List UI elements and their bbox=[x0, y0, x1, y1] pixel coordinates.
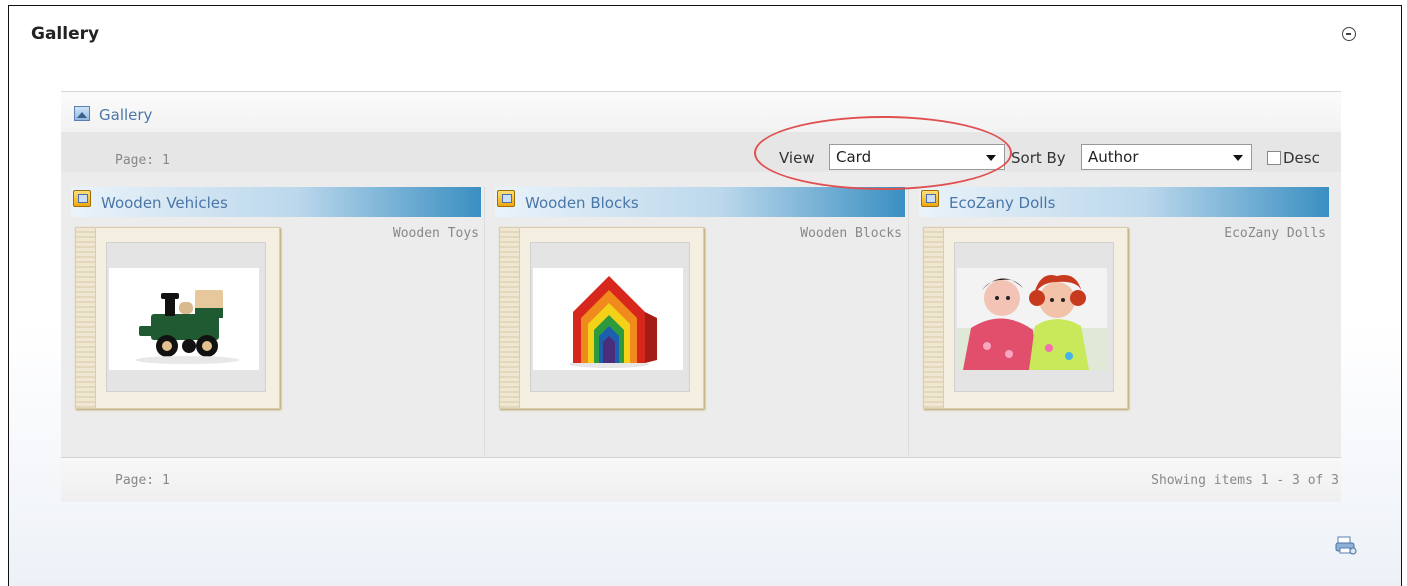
showing-items-text: Showing items 1 - 3 of 3 bbox=[1151, 473, 1339, 488]
frame-binding bbox=[924, 228, 944, 408]
album-header: Wooden Blocks bbox=[495, 187, 905, 217]
gallery-header: Gallery bbox=[61, 92, 1341, 132]
photo-album-icon bbox=[921, 190, 939, 207]
view-select[interactable]: Card bbox=[829, 144, 1005, 170]
chevron-down-icon bbox=[1233, 155, 1243, 161]
frame-binding bbox=[76, 228, 96, 408]
print-icon[interactable] bbox=[1334, 535, 1358, 555]
page-indicator-top: Page: 1 bbox=[115, 153, 170, 168]
gallery-footer: Page: 1 Showing items 1 - 3 of 3 bbox=[61, 457, 1341, 502]
photo-album-icon bbox=[73, 190, 91, 207]
album-category: EcoZany Dolls bbox=[1224, 226, 1326, 241]
rainbow-blocks-image[interactable] bbox=[533, 268, 683, 370]
picture-icon bbox=[74, 106, 90, 121]
album-title-link[interactable]: Wooden Vehicles bbox=[101, 194, 228, 212]
photo-album-icon bbox=[497, 190, 515, 207]
album-header: EcoZany Dolls bbox=[919, 187, 1329, 217]
album-cover-frame[interactable] bbox=[75, 227, 280, 409]
view-select-value: Card bbox=[836, 148, 872, 166]
album-title-link[interactable]: EcoZany Dolls bbox=[949, 194, 1055, 212]
desc-label: Desc bbox=[1283, 149, 1320, 167]
frame-binding bbox=[500, 228, 520, 408]
album-cover-frame[interactable] bbox=[499, 227, 704, 409]
album-category: Wooden Blocks bbox=[800, 226, 902, 241]
module-title: Gallery bbox=[31, 24, 100, 44]
album-cover-frame[interactable] bbox=[923, 227, 1128, 409]
wooden-train-image[interactable] bbox=[109, 268, 259, 370]
album-card: Wooden Blocks Wooden Blocks bbox=[484, 187, 906, 455]
module-container: Gallery Gallery Page: 1 View Card Sort B… bbox=[8, 5, 1402, 586]
view-label: View bbox=[779, 149, 815, 167]
album-header: Wooden Vehicles bbox=[71, 187, 481, 217]
collapse-icon[interactable] bbox=[1342, 27, 1356, 41]
dolls-image[interactable] bbox=[957, 268, 1107, 370]
album-card: Wooden Vehicles Wooden Toys bbox=[61, 187, 483, 455]
photo-area bbox=[530, 242, 690, 392]
sort-select-value: Author bbox=[1088, 148, 1139, 166]
sort-by-label: Sort By bbox=[1011, 149, 1066, 167]
chevron-down-icon bbox=[986, 155, 996, 161]
desc-checkbox[interactable] bbox=[1267, 151, 1281, 165]
album-title-link[interactable]: Wooden Blocks bbox=[525, 194, 639, 212]
gallery-title-link[interactable]: Gallery bbox=[99, 106, 152, 124]
page-indicator-bottom: Page: 1 bbox=[115, 473, 170, 488]
gallery-panel: Gallery Page: 1 View Card Sort By Author… bbox=[61, 91, 1341, 502]
photo-area bbox=[954, 242, 1114, 392]
album-card: EcoZany Dolls EcoZany Dolls bbox=[908, 187, 1330, 455]
sort-by-select[interactable]: Author bbox=[1081, 144, 1252, 170]
photo-area bbox=[106, 242, 266, 392]
album-category: Wooden Toys bbox=[392, 226, 479, 241]
